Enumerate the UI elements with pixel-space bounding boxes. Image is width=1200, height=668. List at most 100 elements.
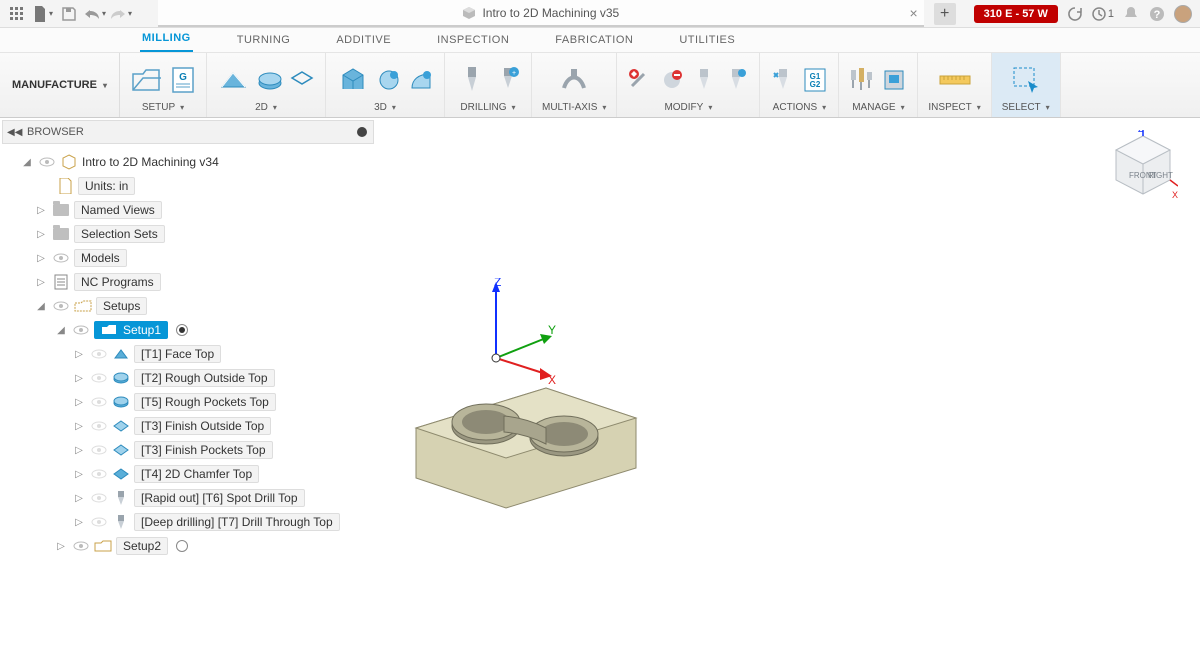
- tree-setup1[interactable]: ◢ Setup1: [2, 318, 374, 342]
- tree-operation[interactable]: ▷[T2] Rough Outside Top: [2, 366, 374, 390]
- extension-status-badge[interactable]: 310 E - 57 W: [974, 5, 1058, 23]
- select-icon[interactable]: [1009, 63, 1043, 97]
- tree-named-views[interactable]: ▷ Named Views: [2, 198, 374, 222]
- visibility-icon[interactable]: [72, 323, 90, 337]
- tree-operation[interactable]: ▷[T3] Finish Outside Top: [2, 414, 374, 438]
- tree-operation[interactable]: ▷[Deep drilling] [T7] Drill Through Top: [2, 510, 374, 534]
- tab-turning[interactable]: TURNING: [235, 30, 293, 52]
- ribbon-label-manage[interactable]: MANAGE▾: [852, 102, 904, 115]
- visibility-icon[interactable]: [90, 515, 108, 529]
- view-cube[interactable]: FRONT RIGHT Z X: [1108, 130, 1178, 200]
- ribbon-label-3d[interactable]: 3D▾: [374, 102, 396, 115]
- collapse-icon[interactable]: ◀◀: [7, 127, 22, 138]
- 3d-op-icon-1[interactable]: [336, 63, 370, 97]
- 2d-op-icon-3[interactable]: [289, 67, 315, 93]
- ribbon-label-inspect[interactable]: INSPECT▾: [928, 102, 980, 115]
- visibility-icon[interactable]: [90, 443, 108, 457]
- tree-selection-sets[interactable]: ▷ Selection Sets: [2, 222, 374, 246]
- viewport-canvas[interactable]: Z Y X FRONT RIGHT Z X: [376, 118, 1200, 668]
- expand-icon[interactable]: ▷: [72, 419, 86, 433]
- visibility-icon[interactable]: [52, 251, 70, 265]
- file-menu-icon[interactable]: ▾: [32, 3, 54, 25]
- visibility-icon[interactable]: [90, 419, 108, 433]
- tree-operation[interactable]: ▷[T3] Finish Pockets Top: [2, 438, 374, 462]
- apps-grid-icon[interactable]: [6, 3, 28, 25]
- visibility-icon[interactable]: [90, 395, 108, 409]
- ribbon-label-multiaxis[interactable]: MULTI-AXIS▾: [542, 102, 606, 115]
- refresh-icon[interactable]: [1066, 5, 1084, 23]
- ribbon-label-modify[interactable]: MODIFY▾: [664, 102, 712, 115]
- redo-icon[interactable]: ▾: [110, 3, 132, 25]
- expand-icon[interactable]: ▷: [72, 395, 86, 409]
- modify-icon-4[interactable]: [723, 67, 749, 93]
- help-icon[interactable]: ?: [1148, 5, 1166, 23]
- tree-operation[interactable]: ▷[T1] Face Top: [2, 342, 374, 366]
- tree-setup2[interactable]: ▷ Setup2: [2, 534, 374, 558]
- 3d-op-icon-2[interactable]: [376, 67, 402, 93]
- 2d-op-icon-1[interactable]: [217, 63, 251, 97]
- gcode-sheet-icon[interactable]: G: [170, 67, 196, 93]
- multiaxis-icon[interactable]: [557, 63, 591, 97]
- modify-icon-1[interactable]: [627, 67, 653, 93]
- active-setup-radio[interactable]: [176, 324, 188, 336]
- expand-icon[interactable]: ◢: [54, 323, 68, 337]
- ribbon-label-2d[interactable]: 2D▾: [255, 102, 277, 115]
- inspect-measure-icon[interactable]: [938, 63, 972, 97]
- expand-icon[interactable]: ▷: [72, 371, 86, 385]
- expand-icon[interactable]: ▷: [34, 275, 48, 289]
- expand-icon[interactable]: ▷: [72, 347, 86, 361]
- 3d-op-icon-3[interactable]: [408, 67, 434, 93]
- save-icon[interactable]: [58, 3, 80, 25]
- ribbon-label-actions[interactable]: ACTIONS▾: [773, 102, 826, 115]
- expand-icon[interactable]: ▷: [72, 515, 86, 529]
- expand-icon[interactable]: ▷: [72, 443, 86, 457]
- tab-utilities[interactable]: UTILITIES: [677, 30, 737, 52]
- ribbon-label-setup[interactable]: SETUP▾: [142, 102, 184, 115]
- tree-models[interactable]: ▷ Models: [2, 246, 374, 270]
- visibility-icon[interactable]: [38, 155, 56, 169]
- visibility-icon[interactable]: [90, 467, 108, 481]
- setup1-chip[interactable]: Setup1: [94, 321, 168, 339]
- expand-icon[interactable]: ▷: [72, 491, 86, 505]
- notifications-icon[interactable]: [1122, 5, 1140, 23]
- visibility-icon[interactable]: [90, 491, 108, 505]
- expand-icon[interactable]: ▷: [34, 203, 48, 217]
- visibility-icon[interactable]: [90, 347, 108, 361]
- tab-additive[interactable]: ADDITIVE: [334, 30, 393, 52]
- modify-icon-3[interactable]: [691, 67, 717, 93]
- tree-operation[interactable]: ▷[T4] 2D Chamfer Top: [2, 462, 374, 486]
- ribbon-label-drilling[interactable]: DRILLING▾: [460, 102, 515, 115]
- modify-icon-2[interactable]: [659, 67, 685, 93]
- tree-root[interactable]: ◢ Intro to 2D Machining v34: [2, 150, 374, 174]
- active-setup-radio[interactable]: [176, 540, 188, 552]
- document-tab[interactable]: Intro to 2D Machining v35 ×: [158, 0, 924, 27]
- manage-tools-icon[interactable]: [849, 67, 875, 93]
- undo-icon[interactable]: ▾: [84, 3, 106, 25]
- user-avatar[interactable]: [1174, 5, 1192, 23]
- browser-header[interactable]: ◀◀ BROWSER: [2, 120, 374, 144]
- tree-setups[interactable]: ◢ Setups: [2, 294, 374, 318]
- browser-settings-icon[interactable]: [357, 127, 367, 137]
- drill-icon-1[interactable]: [455, 63, 489, 97]
- actions-gcode-icon[interactable]: G1G2: [802, 67, 828, 93]
- close-tab-icon[interactable]: ×: [909, 5, 917, 21]
- tab-inspection[interactable]: INSPECTION: [435, 30, 511, 52]
- expand-icon[interactable]: ◢: [20, 155, 34, 169]
- tree-nc-programs[interactable]: ▷ NC Programs: [2, 270, 374, 294]
- manage-machine-icon[interactable]: [881, 67, 907, 93]
- expand-icon[interactable]: ▷: [34, 227, 48, 241]
- tree-operation[interactable]: ▷[T5] Rough Pockets Top: [2, 390, 374, 414]
- tree-operation[interactable]: ▷[Rapid out] [T6] Spot Drill Top: [2, 486, 374, 510]
- job-status-icon[interactable]: 1: [1092, 5, 1114, 23]
- expand-icon[interactable]: ◢: [34, 299, 48, 313]
- ribbon-label-select[interactable]: SELECT▾: [1002, 102, 1050, 115]
- actions-icon-1[interactable]: [770, 67, 796, 93]
- tree-units[interactable]: Units: in: [2, 174, 374, 198]
- tab-milling[interactable]: MILLING: [140, 28, 193, 52]
- folder-setup-icon[interactable]: [130, 63, 164, 97]
- expand-icon[interactable]: ▷: [34, 251, 48, 265]
- visibility-icon[interactable]: [72, 539, 90, 553]
- visibility-icon[interactable]: [52, 299, 70, 313]
- expand-icon[interactable]: ▷: [72, 467, 86, 481]
- workspace-switcher[interactable]: MANUFACTURE▾: [0, 53, 120, 117]
